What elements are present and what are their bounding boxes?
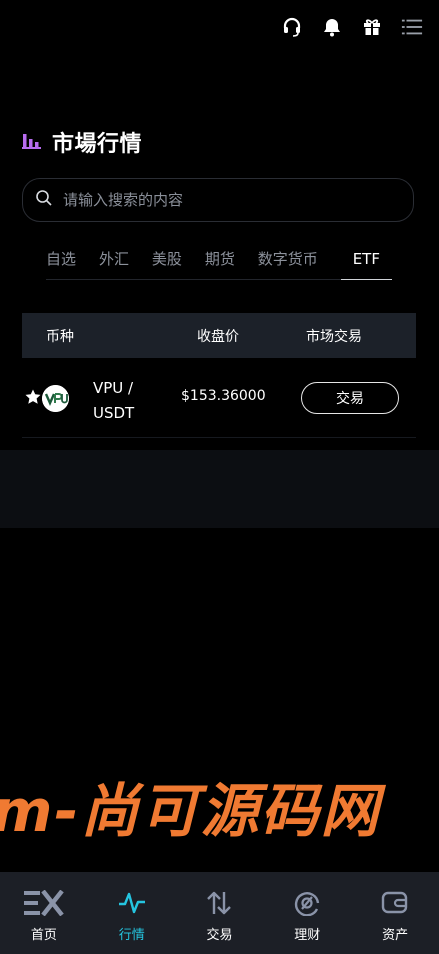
table-header: 币种 收盘价 市场交易 (22, 313, 416, 358)
nav-label-finance: 理财 (294, 928, 321, 943)
gift-icon[interactable] (361, 16, 383, 38)
tab-futures[interactable]: 期货 (205, 240, 235, 280)
coin-logo-icon (42, 385, 69, 412)
column-header-close-price: 收盘价 (197, 328, 239, 345)
tab-favorites[interactable]: 自选 (46, 240, 76, 280)
table-row[interactable]: VPU / USDT $153.36000 交易 (22, 358, 416, 438)
search-bar[interactable] (22, 178, 414, 222)
column-header-coin: 币种 (46, 328, 74, 345)
nav-label-trade: 交易 (206, 928, 233, 943)
nav-finance[interactable]: 理财 (263, 872, 351, 954)
swap-arrows-icon (199, 888, 239, 918)
empty-area (0, 450, 439, 528)
pulse-icon (112, 888, 152, 918)
finance-icon (287, 888, 327, 918)
headset-icon[interactable] (281, 16, 303, 38)
category-tabs: 自选 外汇 美股 期货 数字货币 ETF (46, 240, 392, 280)
search-input[interactable] (61, 190, 385, 210)
column-header-market-trade: 市场交易 (306, 328, 362, 345)
star-icon[interactable] (24, 388, 42, 406)
tab-us-stocks[interactable]: 美股 (152, 240, 182, 280)
bar-chart-icon (22, 130, 42, 154)
coin-pair-quote: USDT (93, 404, 135, 422)
trade-button[interactable]: 交易 (301, 382, 399, 414)
coin-pair: VPU / USDT (93, 376, 153, 426)
page-title: 市場行情 (52, 132, 143, 157)
close-price: $153.36000 (181, 388, 266, 404)
tab-crypto[interactable]: 数字货币 (258, 240, 318, 280)
ex-logo-icon (23, 888, 64, 918)
nav-assets[interactable]: 资产 (351, 872, 439, 954)
menu-icon[interactable] (401, 16, 423, 38)
coin-pair-base: VPU / (93, 379, 134, 397)
nav-label-market: 行情 (118, 928, 145, 943)
market-title-row: 市場行情 (22, 126, 142, 158)
nav-label-home: 首页 (30, 928, 57, 943)
watermark: m-尚可源码网 (0, 777, 381, 845)
nav-market[interactable]: 行情 (88, 872, 176, 954)
nav-label-assets: 资产 (382, 928, 409, 943)
tab-etf[interactable]: ETF (340, 240, 392, 280)
header-icons (281, 16, 423, 38)
bell-icon[interactable] (321, 16, 343, 38)
bottom-nav: 首页 行情 交易 理财 资产 (0, 872, 439, 954)
nav-home[interactable]: 首页 (0, 872, 88, 954)
search-icon (35, 189, 53, 211)
wallet-icon (375, 888, 415, 918)
tab-forex[interactable]: 外汇 (99, 240, 129, 280)
nav-trade[interactable]: 交易 (176, 872, 264, 954)
